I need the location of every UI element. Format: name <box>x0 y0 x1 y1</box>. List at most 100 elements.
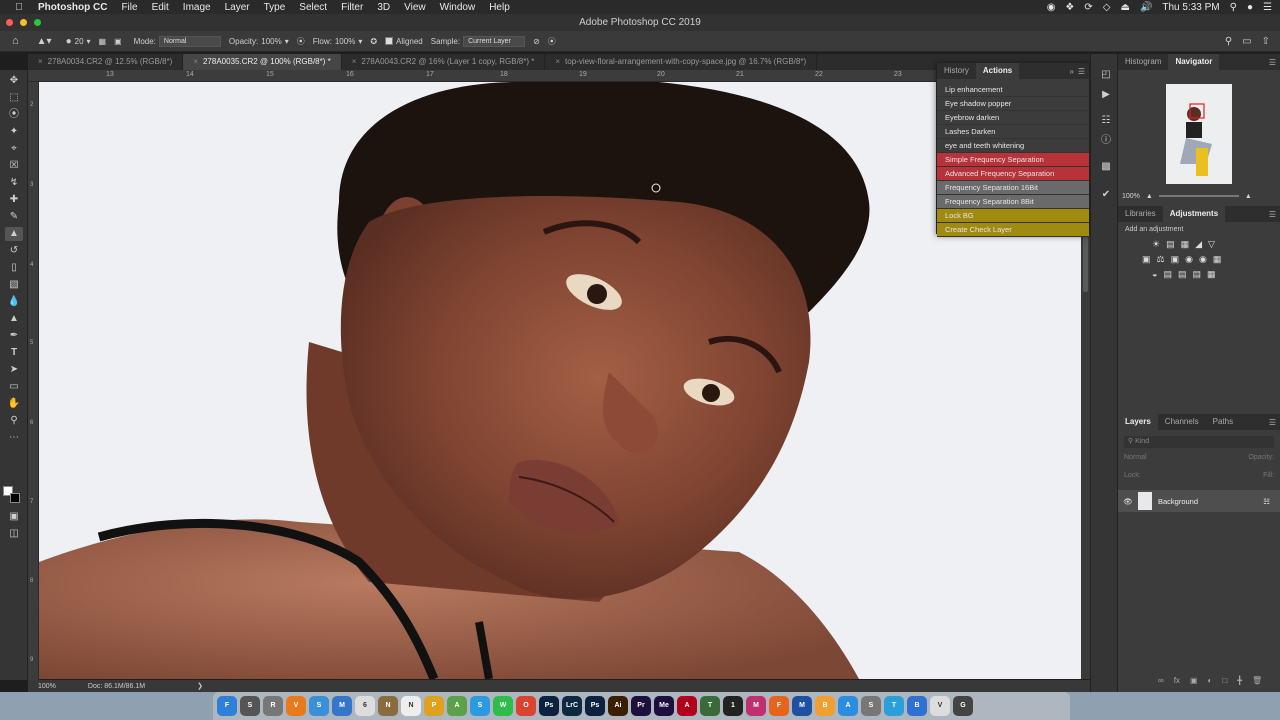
dock-app-icon[interactable]: Ps <box>539 696 559 716</box>
tab-adjustments[interactable]: Adjustments <box>1162 206 1226 222</box>
dock-app-icon[interactable]: S <box>861 696 881 716</box>
record-icon[interactable]: ◉ <box>1047 2 1056 13</box>
close-window-button[interactable] <box>6 19 13 26</box>
dodge-tool-icon[interactable]: ▲ <box>5 312 23 326</box>
close-icon[interactable]: × <box>555 57 560 66</box>
dock-app-icon[interactable]: B <box>815 696 835 716</box>
blend-mode-select[interactable]: Normal <box>1124 454 1147 466</box>
lasso-tool-icon[interactable]: ⦿ <box>5 108 23 122</box>
apple-icon[interactable]:  <box>14 2 24 13</box>
levels-icon[interactable]: ▤ <box>1166 239 1175 250</box>
dock-app-icon[interactable]: Me <box>654 696 674 716</box>
spotlight-search-icon[interactable]: ⚲ <box>1230 2 1237 13</box>
quick-select-tool-icon[interactable]: ✦ <box>5 125 23 139</box>
quick-mask-icon[interactable]: ▣ <box>5 510 23 524</box>
home-icon[interactable]: ⌂ <box>12 35 19 47</box>
dock-app-icon[interactable]: Ps <box>585 696 605 716</box>
properties-panel-icon[interactable]: ☷ <box>1097 114 1115 128</box>
invert-icon[interactable]: ◒ <box>1152 269 1157 280</box>
vibrance-icon[interactable]: ▽ <box>1208 239 1215 250</box>
layer-filter-kind[interactable]: ⚲ Kind <box>1124 436 1274 448</box>
sync-icon[interactable]: ⟳ <box>1084 2 1092 13</box>
menu-app-name[interactable]: Photoshop CC <box>38 2 107 13</box>
notification-center-icon[interactable]: ☰ <box>1263 2 1272 13</box>
delete-layer-icon[interactable]: 🗑 <box>1252 676 1262 685</box>
collapse-panel-icon[interactable]: » <box>1069 67 1073 76</box>
doc-tab[interactable]: × 278A0034.CR2 @ 12.5% (RGB/8*) <box>28 54 184 70</box>
type-tool-icon[interactable]: T <box>5 346 23 360</box>
dropbox-icon[interactable]: ❖ <box>1065 2 1074 13</box>
eraser-tool-icon[interactable]: ▯ <box>5 261 23 275</box>
brush-settings-icon[interactable]: ▦ <box>99 37 107 46</box>
close-icon[interactable]: × <box>38 57 43 66</box>
eject-icon[interactable]: ⏏ <box>1120 2 1129 13</box>
move-tool-icon[interactable]: ✥ <box>5 74 23 88</box>
dock-app-icon[interactable]: B <box>907 696 927 716</box>
link-layers-icon[interactable]: ∞ <box>1158 676 1164 685</box>
tab-histogram[interactable]: Histogram <box>1118 54 1168 70</box>
action-item[interactable]: Lip enhancement <box>937 83 1089 97</box>
color-balance-icon[interactable]: ⚖ <box>1157 254 1165 265</box>
tab-history[interactable]: History <box>937 63 976 79</box>
new-group-icon[interactable]: □ <box>1222 676 1227 685</box>
menu-window[interactable]: Window <box>440 2 476 13</box>
posterize-icon[interactable]: ▤ <box>1163 269 1172 280</box>
action-item[interactable]: Lashes Darken <box>937 125 1089 139</box>
action-item[interactable]: Eye shadow popper <box>937 97 1089 111</box>
zoom-in-icon[interactable]: ▲ <box>1245 193 1252 200</box>
history-panel-icon[interactable]: ◰ <box>1097 68 1115 82</box>
menu-edit[interactable]: Edit <box>152 2 169 13</box>
dock-app-icon[interactable]: F <box>217 696 237 716</box>
hue-saturation-icon[interactable]: ▣ <box>1142 254 1151 265</box>
status-menu-arrow-icon[interactable]: ❯ <box>197 682 203 690</box>
curves-icon[interactable]: ▦ <box>1181 239 1190 250</box>
visibility-eye-icon[interactable]: 👁 <box>1118 497 1138 506</box>
search-icon[interactable]: ⚲ <box>1225 36 1232 47</box>
clone-source-panel-icon[interactable]: ▩ <box>1097 160 1115 174</box>
airbrush-icon[interactable]: ✪ <box>370 37 377 46</box>
color-lookup-icon[interactable]: ▦ <box>1213 254 1222 265</box>
navigator-zoom-slider[interactable] <box>1158 195 1239 197</box>
dock-app-icon[interactable]: P <box>424 696 444 716</box>
spot-healing-tool-icon[interactable]: ✚ <box>5 193 23 207</box>
flow-value[interactable]: 100% <box>335 37 355 46</box>
menu-view[interactable]: View <box>404 2 426 13</box>
crop-tool-icon[interactable]: ⌖ <box>5 142 23 156</box>
close-icon[interactable]: × <box>352 57 357 66</box>
pressure-size-icon[interactable]: ⦿ <box>548 36 556 47</box>
layer-row[interactable]: 👁 Background ☵ <box>1118 490 1280 512</box>
marquee-tool-icon[interactable]: ⬚ <box>5 91 23 105</box>
selective-color-icon[interactable]: ▦ <box>1207 269 1216 280</box>
dock-app-icon[interactable]: G <box>953 696 973 716</box>
dock-app-icon[interactable]: S <box>470 696 490 716</box>
panel-menu-icon[interactable]: ☰ <box>1078 67 1085 76</box>
dock-app-icon[interactable]: R <box>263 696 283 716</box>
brush-size-picker[interactable]: ● 20 ▾ <box>66 36 91 47</box>
tab-navigator[interactable]: Navigator <box>1168 54 1220 70</box>
wifi-icon[interactable]: ◇ <box>1103 2 1111 13</box>
path-select-tool-icon[interactable]: ➤ <box>5 363 23 377</box>
doc-tab[interactable]: × top-view-floral-arrangement-with-copy-s… <box>545 54 818 70</box>
dock-app-icon[interactable]: T <box>884 696 904 716</box>
photo-filter-icon[interactable]: ◉ <box>1185 254 1193 265</box>
dock-app-icon[interactable]: F <box>769 696 789 716</box>
document-canvas[interactable] <box>39 82 1081 679</box>
more-tools-icon[interactable]: ⋯ <box>5 431 23 445</box>
gradient-map-icon[interactable]: ▤ <box>1192 269 1201 280</box>
background-color-swatch[interactable] <box>10 493 20 503</box>
hand-tool-icon[interactable]: ✋ <box>5 397 23 411</box>
clone-stamp-preset-icon[interactable]: ▲▾ <box>37 36 52 47</box>
new-adjustment-icon[interactable]: ◐ <box>1208 676 1213 685</box>
tab-channels[interactable]: Channels <box>1158 414 1206 430</box>
action-item[interactable]: Frequency Separation 8Bit <box>937 195 1089 209</box>
dock-app-icon[interactable]: Ai <box>608 696 628 716</box>
brush-tool-icon[interactable]: ✎ <box>5 210 23 224</box>
navigator-thumbnail[interactable] <box>1166 84 1232 184</box>
dock-app-icon[interactable]: T <box>700 696 720 716</box>
action-item[interactable]: eye and teeth whitening <box>937 139 1089 153</box>
dock-app-icon[interactable]: A <box>447 696 467 716</box>
dock-app-icon[interactable]: V <box>286 696 306 716</box>
dock-app-icon[interactable]: M <box>746 696 766 716</box>
volume-icon[interactable]: 🔊 <box>1140 2 1152 13</box>
exposure-icon[interactable]: ◢ <box>1195 239 1202 250</box>
